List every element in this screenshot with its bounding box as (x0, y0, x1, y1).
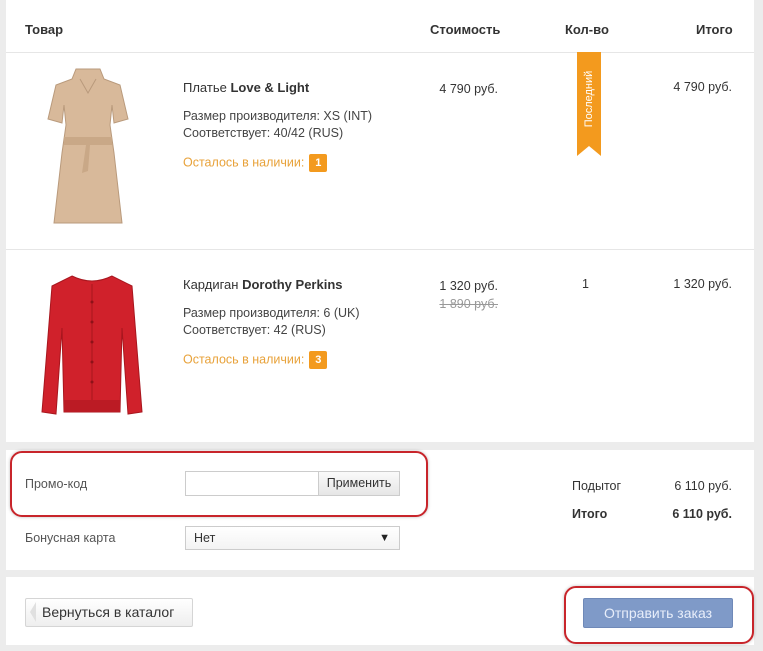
size-match: Соответствует: 40/42 (RUS) (183, 126, 344, 140)
bonus-card-selected: Нет (194, 531, 216, 545)
stock-info: Осталось в наличии: 1 (183, 154, 328, 172)
product-name[interactable]: Кардиган Dorothy Perkins (183, 277, 343, 292)
last-item-label: Последний (583, 70, 595, 128)
dropdown-arrow-icon: ▼ (379, 532, 390, 544)
dress-image[interactable] (42, 63, 134, 231)
promo-highlight-box (10, 451, 428, 517)
back-to-catalog-button[interactable]: Вернуться в каталог (25, 598, 193, 627)
stock-label: Осталось в наличии: (183, 155, 305, 170)
product-brand[interactable]: Love & Light (230, 80, 309, 95)
product-type: Платье (183, 80, 227, 95)
size-match: Соответствует: 42 (RUS) (183, 323, 326, 337)
cart-table: Товар Стоимость Кол-во Итого Платье Love… (6, 0, 754, 442)
item-old-price: 1 890 руб. (439, 297, 498, 311)
product-type: Кардиган (183, 277, 239, 292)
cardigan-image[interactable] (36, 272, 148, 422)
item-total: 4 790 руб. (673, 80, 732, 94)
header-cost: Стоимость (430, 22, 501, 37)
header-total: Итого (696, 22, 733, 37)
stock-count-badge: 3 (309, 351, 328, 369)
product-name[interactable]: Платье Love & Light (183, 80, 309, 95)
size-maker: Размер производителя: 6 (UK) (183, 306, 360, 320)
size-maker: Размер производителя: XS (INT) (183, 109, 373, 123)
item-qty[interactable]: 1 (582, 277, 589, 291)
last-item-ribbon: Последний (577, 52, 601, 156)
stock-count-badge: 1 (309, 154, 328, 172)
product-brand[interactable]: Dorothy Perkins (242, 277, 342, 292)
item-price: 4 790 руб. (439, 82, 498, 96)
submit-highlight-box (564, 586, 754, 644)
header-product: Товар (25, 22, 64, 37)
grand-total-label: Итого (572, 507, 608, 521)
table-row: Кардиган Dorothy Perkins Размер производ… (6, 250, 754, 442)
actions-panel: Вернуться в каталог Отправить заказ (6, 577, 754, 645)
table-row: Платье Love & Light Размер производителя… (6, 53, 754, 249)
promo-summary-panel: Промо-код Применить Бонусная карта Нет ▼… (6, 450, 754, 570)
subtotal-label: Подытог (572, 479, 622, 493)
bonus-card-select[interactable]: Нет ▼ (185, 526, 400, 550)
header-qty: Кол-во (565, 22, 609, 37)
bonus-card-label: Бонусная карта (25, 531, 116, 545)
grand-total-value: 6 110 руб. (672, 507, 732, 521)
item-price: 1 320 руб. (439, 279, 498, 293)
subtotal-value: 6 110 руб. (674, 479, 732, 493)
stock-info: Осталось в наличии: 3 (183, 351, 328, 369)
stock-label: Осталось в наличии: (183, 352, 305, 367)
item-total: 1 320 руб. (673, 277, 732, 291)
